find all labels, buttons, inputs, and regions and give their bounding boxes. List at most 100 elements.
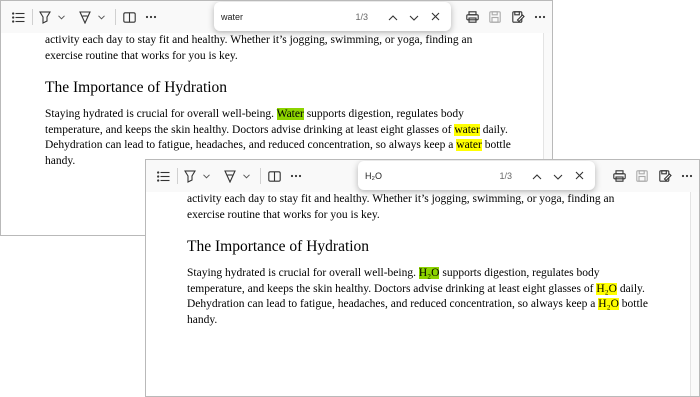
list-icon — [156, 170, 170, 182]
chevron-down-icon — [409, 8, 419, 26]
save-button[interactable] — [635, 168, 649, 184]
more-options-button[interactable] — [533, 9, 547, 25]
text-run: bottle — [481, 139, 511, 151]
highlighter-icon — [39, 10, 51, 24]
match-count: 1/3 — [499, 170, 512, 181]
save-icon — [489, 11, 501, 23]
match-highlight: water — [456, 139, 482, 151]
next-match-button[interactable] — [548, 166, 568, 186]
save-as-button[interactable] — [511, 9, 525, 25]
intro-line: activity each day to stay fit and health… — [187, 193, 615, 205]
more-icon — [534, 15, 546, 19]
printer-icon — [465, 11, 479, 23]
text-run: Dehydration can lead to fatigue, headach… — [187, 298, 599, 310]
text-run: supports digestion, regulates body — [303, 108, 464, 120]
text-run: Staying hydrated is crucial for overall … — [45, 108, 277, 120]
highlight-button[interactable] — [38, 9, 52, 25]
paragraph-line: Dehydration can lead to fatigue, headach… — [45, 138, 511, 154]
section-heading: The Importance of Hydration — [187, 238, 370, 255]
match-highlight: H₂O — [596, 282, 617, 295]
paragraph-line: temperature, and keeps the skin healthy.… — [187, 282, 648, 298]
paragraph-line: temperature, and keeps the skin healthy.… — [45, 123, 511, 139]
find-input[interactable]: water — [221, 12, 355, 22]
document-view: activity each day to stay fit and health… — [146, 192, 689, 396]
vertical-scrollbar[interactable] — [690, 192, 699, 396]
current-match-highlight: Water — [276, 108, 304, 120]
print-button[interactable] — [465, 9, 479, 25]
printer-icon — [612, 170, 626, 182]
text-run: Dehydration can lead to fatigue, headach… — [45, 139, 457, 151]
more-icon — [145, 15, 157, 19]
highlighter-icon — [184, 169, 196, 183]
toolbar-separator — [177, 168, 178, 184]
book-icon — [122, 11, 136, 23]
find-bar: water 1/3 — [214, 2, 451, 31]
save-as-icon — [511, 11, 525, 23]
draw-button[interactable] — [78, 9, 92, 25]
save-as-icon — [658, 170, 672, 182]
match-highlight: water — [454, 123, 480, 136]
draw-dropdown[interactable] — [241, 168, 251, 184]
chevron-up-icon — [388, 8, 398, 26]
text-run: bottle — [618, 298, 648, 310]
next-match-button[interactable] — [404, 7, 424, 27]
chevron-down-icon — [202, 173, 210, 179]
view-button[interactable] — [122, 9, 136, 25]
contents-button[interactable] — [11, 9, 25, 25]
pen-icon — [79, 10, 91, 24]
find-input[interactable]: H₂O — [365, 171, 499, 181]
highlight-button[interactable] — [183, 168, 197, 184]
text-run: daily. — [616, 282, 645, 295]
highlight-dropdown[interactable] — [201, 168, 211, 184]
toolbar-separator — [32, 9, 33, 25]
draw-button[interactable] — [223, 168, 237, 184]
paragraph-line: Dehydration can lead to fatigue, headach… — [187, 297, 648, 313]
intro-line: exercise routine that works for you is k… — [187, 208, 380, 221]
draw-dropdown[interactable] — [96, 9, 106, 25]
toolbar-separator — [260, 168, 261, 184]
match-highlight: H₂O — [598, 298, 619, 310]
paragraph-line: handy. — [187, 313, 218, 326]
save-as-button[interactable] — [658, 168, 672, 184]
contents-button[interactable] — [156, 168, 170, 184]
text-run: temperature, and keeps the skin healthy.… — [45, 123, 455, 136]
paragraph-line: Staying hydrated is crucial for overall … — [45, 107, 511, 123]
close-icon — [575, 167, 584, 185]
previous-match-button[interactable] — [527, 166, 547, 186]
more-button[interactable] — [144, 9, 158, 25]
text-run: supports digestion, regulates body — [439, 267, 600, 279]
intro-line: exercise routine that works for you is k… — [45, 49, 238, 62]
save-button[interactable] — [488, 9, 502, 25]
page-content: activity each day to stay fit and health… — [187, 192, 648, 328]
chevron-down-icon — [242, 173, 250, 179]
text-run: Staying hydrated is crucial for overall … — [187, 267, 419, 279]
current-match-highlight: H₂O — [418, 267, 440, 279]
page-content: activity each day to stay fit and health… — [45, 33, 511, 169]
toolbar-separator — [115, 9, 116, 25]
list-icon — [11, 11, 25, 23]
previous-match-button[interactable] — [383, 7, 403, 27]
close-icon — [431, 8, 440, 26]
print-button[interactable] — [612, 168, 626, 184]
intro-line: activity each day to stay fit and health… — [45, 34, 473, 46]
pen-icon — [224, 169, 236, 183]
match-count: 1/3 — [355, 11, 368, 22]
more-options-button[interactable] — [680, 168, 694, 184]
paragraph-line: Staying hydrated is crucial for overall … — [187, 266, 648, 282]
chevron-up-icon — [532, 167, 542, 185]
chevron-down-icon — [57, 14, 65, 20]
chevron-down-icon — [553, 167, 563, 185]
text-run: temperature, and keeps the skin healthy.… — [187, 282, 597, 295]
pdf-viewer-window-front: activity each day to stay fit and health… — [145, 159, 700, 397]
more-icon — [290, 174, 302, 178]
section-heading: The Importance of Hydration — [45, 79, 228, 96]
more-icon — [681, 174, 693, 178]
book-icon — [267, 170, 281, 182]
save-icon — [636, 170, 648, 182]
view-button[interactable] — [267, 168, 281, 184]
more-button[interactable] — [289, 168, 303, 184]
close-find-button[interactable] — [569, 166, 589, 186]
highlight-dropdown[interactable] — [56, 9, 66, 25]
close-find-button[interactable] — [425, 7, 445, 27]
text-run: daily. — [479, 123, 508, 136]
